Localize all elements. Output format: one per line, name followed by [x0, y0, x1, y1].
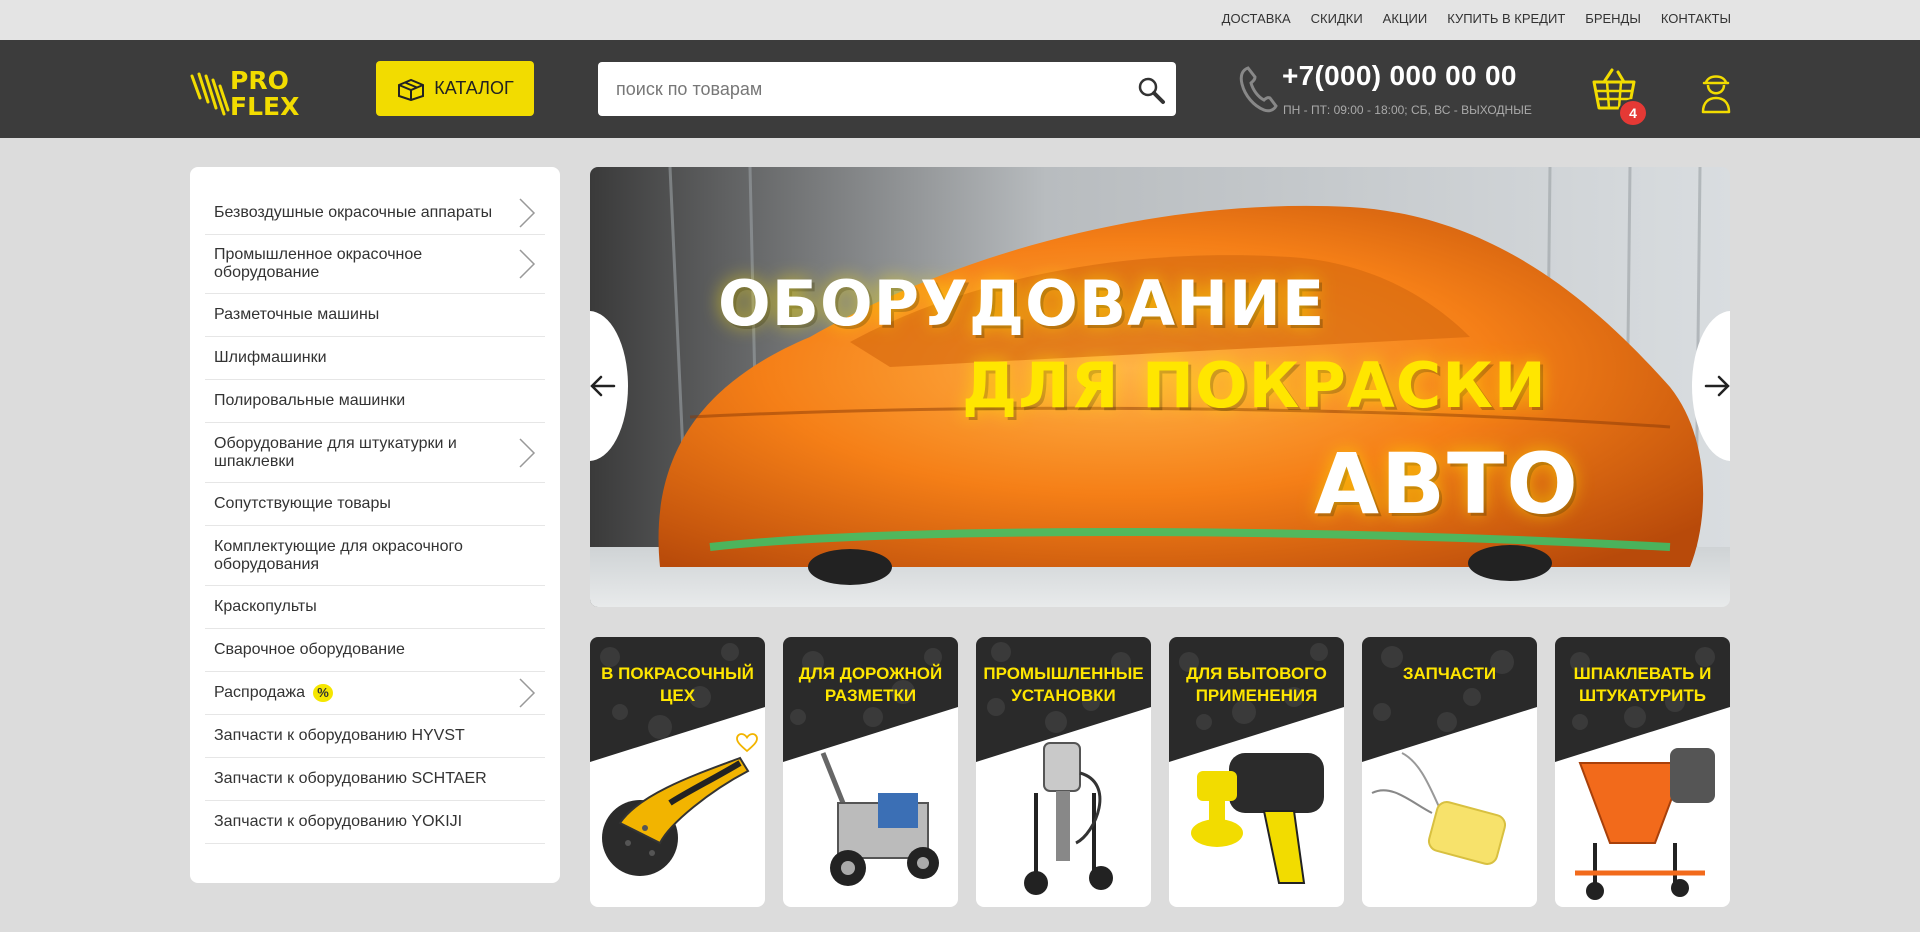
sidebar-item-marking-machines[interactable]: Разметочные машины — [205, 294, 545, 337]
top-link-contacts[interactable]: КОНТАКТЫ — [1661, 11, 1731, 26]
catalog-box-icon — [398, 78, 425, 101]
sale-badge: % — [312, 684, 333, 702]
top-link-delivery[interactable]: ДОСТАВКА — [1222, 11, 1291, 26]
sidebar-item-components[interactable]: Комплектующие для окрасочного оборудован… — [205, 526, 545, 586]
category-tile-paint-shop[interactable]: В ПОКРАСОЧНЫЙ ЦЕХ — [590, 637, 765, 907]
top-link-brands[interactable]: БРЕНДЫ — [1585, 11, 1641, 26]
search-input[interactable] — [598, 62, 1176, 116]
header: PRO FLEX КАТАЛОГ +7(000) 000 00 00 ПН - … — [0, 40, 1920, 138]
sidebar-item-parts-hyvst[interactable]: Запчасти к оборудованию HYVST — [205, 715, 545, 758]
sidebar-item-label: Запчасти к оборудованию YOKIJI — [214, 813, 463, 830]
user-icon[interactable] — [1700, 66, 1732, 114]
search-icon[interactable] — [1136, 75, 1166, 105]
banner-title-line2: ДЛЯ ПОКРАСКИ — [962, 349, 1547, 422]
chevron-right-icon — [519, 249, 536, 279]
tile-title: ДЛЯ БЫТОВОГО ПРИМЕНЕНИЯ — [1186, 664, 1327, 705]
sidebar-item-related-goods[interactable]: Сопутствующие товары — [205, 483, 545, 526]
cart-count-badge: 4 — [1618, 99, 1648, 127]
logo-text-top: PRO — [230, 66, 289, 95]
sidebar-item-label: Краскопульты — [214, 598, 317, 615]
sidebar-item-label: Промышленное окрасочное оборудование — [214, 246, 423, 281]
sidebar-item-industrial-painting[interactable]: Промышленное окрасочное оборудование — [205, 235, 545, 294]
working-hours: ПН - ПТ: 09:00 - 18:00; СБ, ВС - ВЫХОДНЫ… — [1283, 103, 1532, 117]
heart-icon[interactable] — [736, 733, 758, 753]
sidebar-item-label: Сопутствующие товары — [214, 495, 391, 512]
category-tile-spare-parts[interactable]: ЗАПЧАСТИ — [1362, 637, 1537, 907]
arrow-left-icon — [590, 375, 616, 397]
search-box — [598, 62, 1176, 116]
category-tiles: В ПОКРАСОЧНЫЙ ЦЕХ ДЛЯ ДОРОЖНОЙ РАЗМЕТКИ — [590, 637, 1730, 907]
banner-title-line3: АВТО — [1314, 435, 1580, 533]
sidebar-item-label: Сварочное оборудование — [214, 641, 405, 658]
tile-title: ШПАКЛЕВАТЬ И ШТУКАТУРИТЬ — [1573, 664, 1712, 705]
sidebar-item-label: Распродажа — [214, 684, 305, 701]
top-nav: ДОСТАВКА СКИДКИ АКЦИИ КУПИТЬ В КРЕДИТ БР… — [1222, 11, 1731, 26]
spray-gun-image — [1191, 753, 1324, 884]
category-tile-household[interactable]: ДЛЯ БЫТОВОГО ПРИМЕНЕНИЯ — [1169, 637, 1344, 907]
logo[interactable]: PRO FLEX — [190, 62, 320, 118]
phone-number[interactable]: +7(000) 000 00 00 — [1282, 60, 1517, 92]
sidebar-item-label: Безвоздушные окрасочные аппараты — [214, 204, 493, 221]
sidebar-item-grinders[interactable]: Шлифмашинки — [205, 337, 545, 380]
filter-part-image — [1371, 752, 1507, 865]
banner-title-line1: ОБОРУДОВАНИЕ — [718, 267, 1326, 340]
chevron-right-icon — [519, 678, 536, 708]
top-bar: ДОСТАВКА СКИДКИ АКЦИИ КУПИТЬ В КРЕДИТ БР… — [0, 0, 1920, 40]
phone-icon — [1239, 66, 1278, 113]
sidebar-item-welding[interactable]: Сварочное оборудование — [205, 629, 545, 672]
catalog-sidebar: Безвоздушные окрасочные аппараты Промышл… — [190, 167, 560, 883]
orbital-sander-image — [602, 756, 750, 876]
top-link-promotions[interactable]: АКЦИИ — [1383, 11, 1428, 26]
sidebar-item-label: Оборудование для штукатурки и шпаклевки — [214, 434, 457, 470]
tile-title: ДЛЯ ДОРОЖНОЙ РАЗМЕТКИ — [798, 664, 943, 705]
sidebar-item-label: Комплектующие для окрасочного оборудован… — [214, 537, 463, 573]
hero-banner[interactable]: ОБОРУДОВАНИЕ ДЛЯ ПОКРАСКИ АВТО — [590, 167, 1730, 607]
line-marking-machine-image — [820, 752, 939, 886]
top-link-discounts[interactable]: СКИДКИ — [1311, 11, 1363, 26]
tile-title: В ПОКРАСОЧНЫЙ ЦЕХ — [601, 664, 754, 705]
sidebar-item-label: Шлифмашинки — [214, 349, 327, 366]
category-tile-plastering[interactable]: ШПАКЛЕВАТЬ И ШТУКАТУРИТЬ — [1555, 637, 1730, 907]
chevron-right-icon — [519, 198, 536, 228]
sidebar-item-polishers[interactable]: Полировальные машинки — [205, 380, 545, 423]
chevron-right-icon — [519, 437, 536, 468]
sidebar-item-spray-guns[interactable]: Краскопульты — [205, 586, 545, 629]
catalog-label: КАТАЛОГ — [434, 78, 514, 98]
sidebar-item-label: Полировальные машинки — [214, 392, 406, 409]
category-tile-industrial[interactable]: ПРОМЫШЛЕННЫЕ УСТАНОВКИ — [976, 637, 1151, 907]
catalog-button[interactable]: КАТАЛОГ — [376, 61, 534, 116]
sidebar-item-airless-sprayers[interactable]: Безвоздушные окрасочные аппараты — [205, 192, 545, 235]
sidebar-item-plastering[interactable]: Оборудование для штукатурки и шпаклевки — [205, 423, 545, 483]
sidebar-item-parts-yokiji[interactable]: Запчасти к оборудованию YOKIJI — [205, 801, 545, 844]
sidebar-item-label: Запчасти к оборудованию SCHTAER — [214, 770, 487, 787]
sidebar-item-label: Запчасти к оборудованию HYVST — [214, 727, 465, 744]
tile-title: ЗАПЧАСТИ — [1402, 664, 1497, 683]
logo-text-bottom: FLEX — [230, 92, 299, 118]
industrial-sprayer-image — [1024, 742, 1113, 895]
arrow-right-icon — [1704, 375, 1730, 397]
sidebar-item-sale[interactable]: Распродажа % — [205, 672, 545, 715]
sidebar-item-parts-schtaer[interactable]: Запчасти к оборудованию SCHTAER — [205, 758, 545, 801]
tile-title: ПРОМЫШЛЕННЫЕ УСТАНОВКИ — [983, 664, 1144, 705]
plaster-machine-image — [1575, 748, 1715, 900]
category-tile-road-marking[interactable]: ДЛЯ ДОРОЖНОЙ РАЗМЕТКИ — [783, 637, 958, 907]
sidebar-item-label: Разметочные машины — [214, 306, 380, 323]
top-link-credit[interactable]: КУПИТЬ В КРЕДИТ — [1447, 11, 1565, 26]
